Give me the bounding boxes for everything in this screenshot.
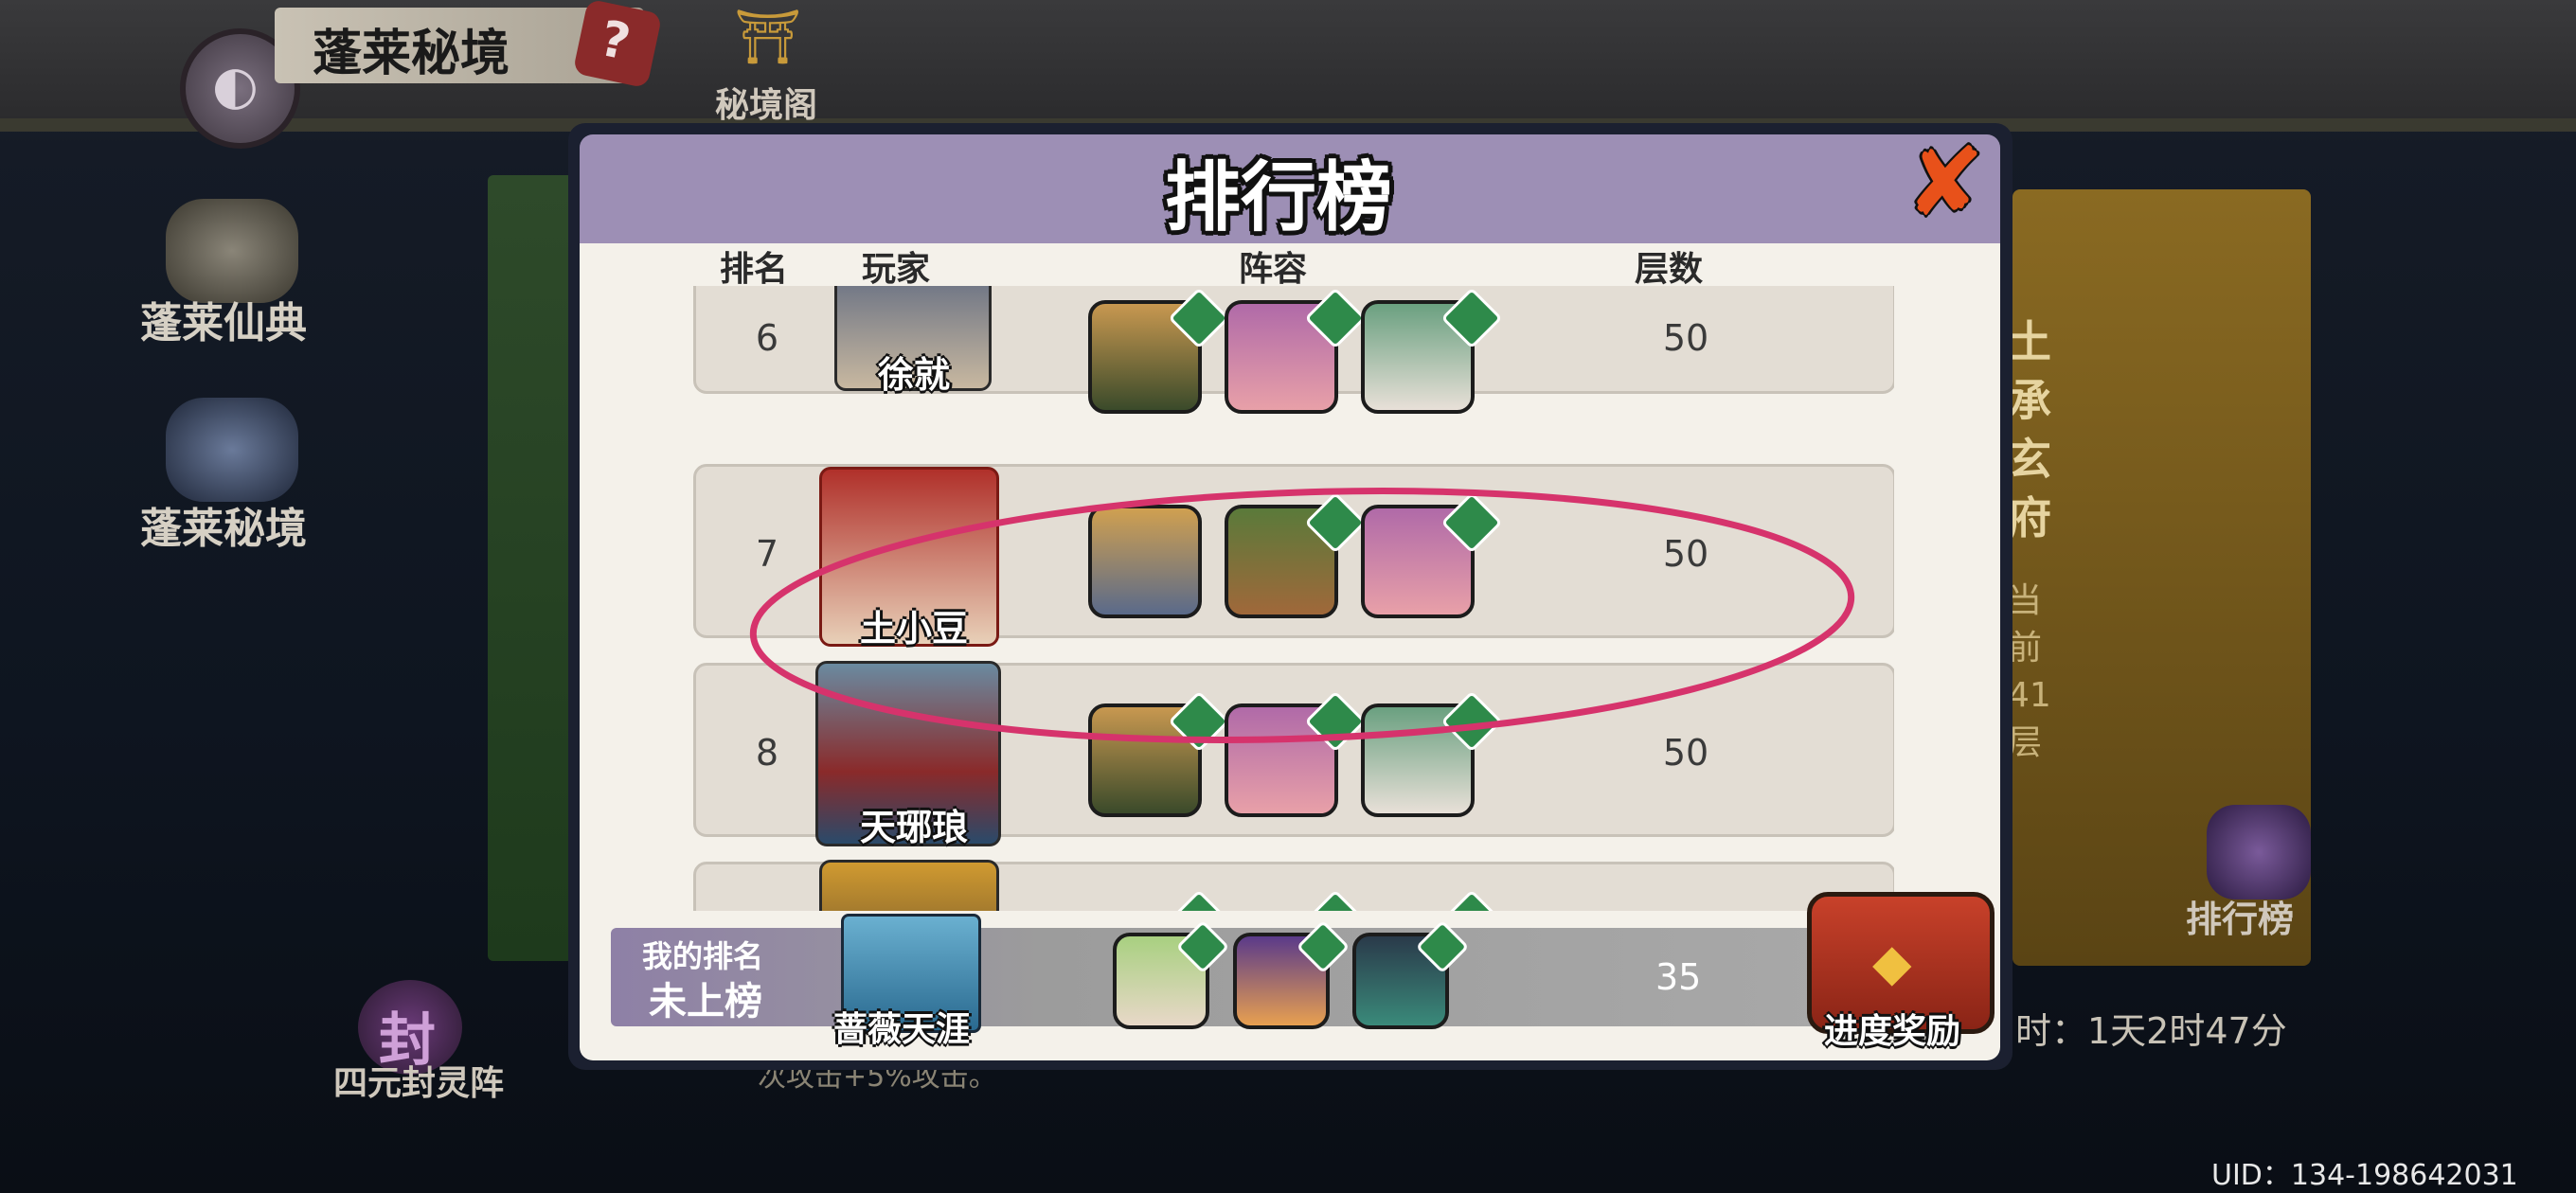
hero-class-icon: [1304, 889, 1367, 911]
highlight-ellipse-stroke: [749, 488, 1855, 743]
dialog-title: 排行榜: [1165, 153, 1392, 241]
hero-class-icon: [1440, 889, 1503, 911]
table-row[interactable]: [693, 860, 1894, 911]
question-icon: ?: [595, 9, 635, 72]
help-button[interactable]: ?: [572, 0, 663, 89]
uid-label: UID：134-198642031: [2211, 1159, 2518, 1192]
column-header-lineup: 阵容: [1239, 250, 1308, 289]
progress-reward-button[interactable]: 进度奖励: [1824, 1004, 1960, 1053]
highlight-ellipse: [749, 488, 1855, 743]
book-progress: 当前41层: [2008, 581, 2051, 762]
row-rank: 6: [755, 317, 779, 359]
my-player-name: 蔷薇天涯: [833, 1010, 971, 1049]
column-header-rank: 排名: [720, 250, 789, 289]
xiandian-icon[interactable]: [166, 199, 298, 303]
column-header-floors: 层数: [1635, 250, 1704, 289]
countdown-timer: 时：1天2时47分: [2015, 1010, 2287, 1052]
player-name: 徐就: [877, 354, 950, 396]
left-book-edge: [488, 175, 573, 961]
mijing-icon[interactable]: [166, 398, 298, 502]
hero-class-icon: [1168, 889, 1230, 911]
book-title: 土承玄府: [2008, 316, 2051, 543]
ranking-icon[interactable]: [2207, 805, 2311, 899]
player-name: 天琊琅: [859, 807, 968, 848]
ranking-button-label[interactable]: 排行榜: [2186, 890, 2294, 942]
table-row[interactable]: 6 徐就 50: [693, 286, 1894, 414]
my-rank-status: 未上榜: [649, 980, 762, 1024]
side-item-fengling[interactable]: 四元封灵阵: [333, 1056, 504, 1105]
mijing-label[interactable]: 秘境阁: [715, 78, 817, 127]
page-title: 蓬莱秘境: [313, 26, 510, 82]
close-button[interactable]: ✘: [1902, 127, 1987, 238]
close-icon: ✘: [1905, 127, 1985, 238]
pavilion-icon[interactable]: ⛩: [734, 6, 810, 72]
my-score: 35: [1655, 956, 1702, 998]
side-item-xiandian[interactable]: 蓬莱仙典: [140, 289, 307, 349]
back-icon: ◐: [212, 55, 259, 116]
column-header-player: 玩家: [862, 250, 931, 289]
side-item-mijing[interactable]: 蓬莱秘境: [140, 494, 307, 555]
row-score: 50: [1662, 317, 1709, 359]
player-avatar[interactable]: [819, 860, 999, 911]
